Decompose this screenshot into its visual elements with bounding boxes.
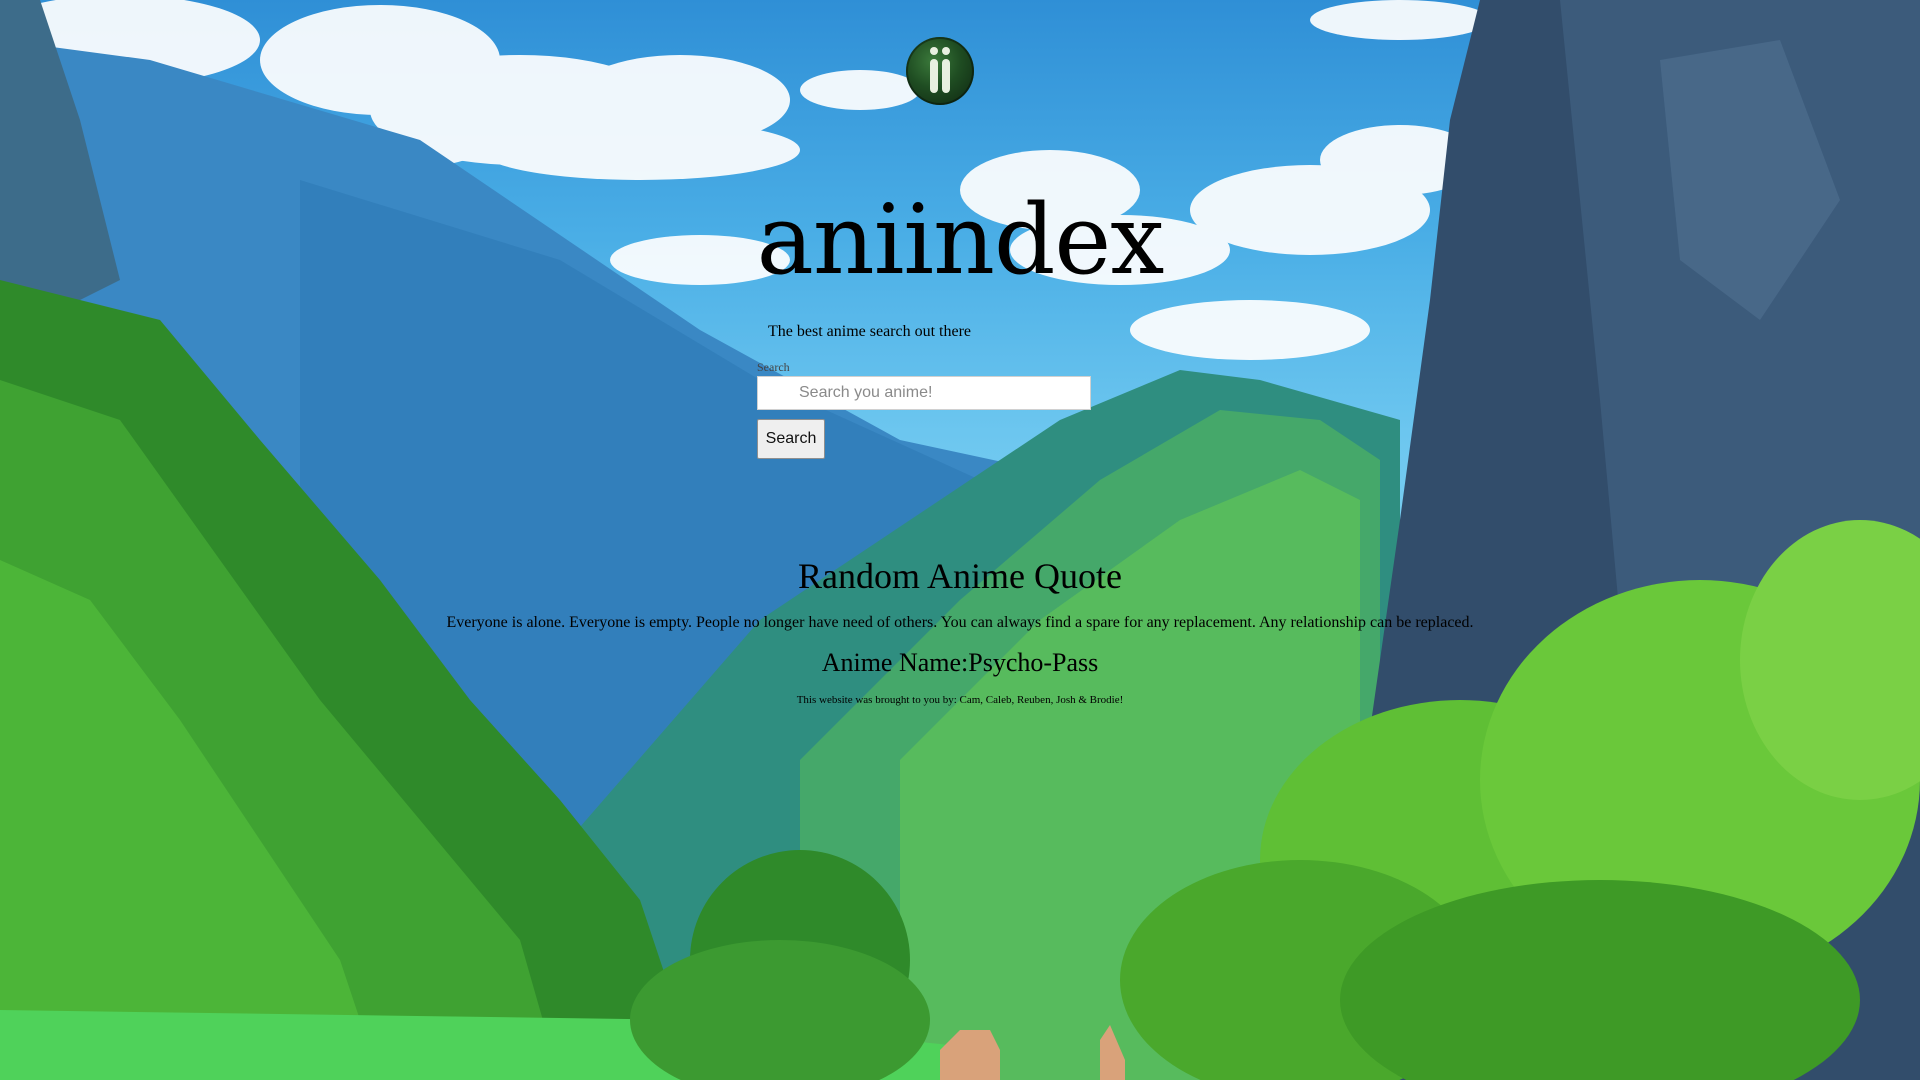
quote-heading: Random Anime Quote: [798, 556, 1122, 596]
anime-name: Anime Name:Psycho-Pass: [0, 647, 1920, 679]
search-button[interactable]: Search: [757, 419, 825, 459]
aniindex-logo-icon[interactable]: [906, 37, 974, 105]
site-tagline: The best anime search out there: [768, 323, 972, 340]
search-label: Search: [757, 360, 790, 374]
footer-credits: This website was brought to you by: Cam,…: [796, 694, 1124, 706]
quote-text: Everyone is alone. Everyone is empty. Pe…: [446, 614, 1474, 631]
anime-name-label: Anime Name:: [821, 648, 969, 677]
site-title: aniindex: [756, 184, 1165, 296]
search-input[interactable]: [757, 376, 1091, 410]
background-landscape: [0, 0, 1920, 1080]
anime-name-value: Psycho-Pass: [968, 648, 1099, 677]
